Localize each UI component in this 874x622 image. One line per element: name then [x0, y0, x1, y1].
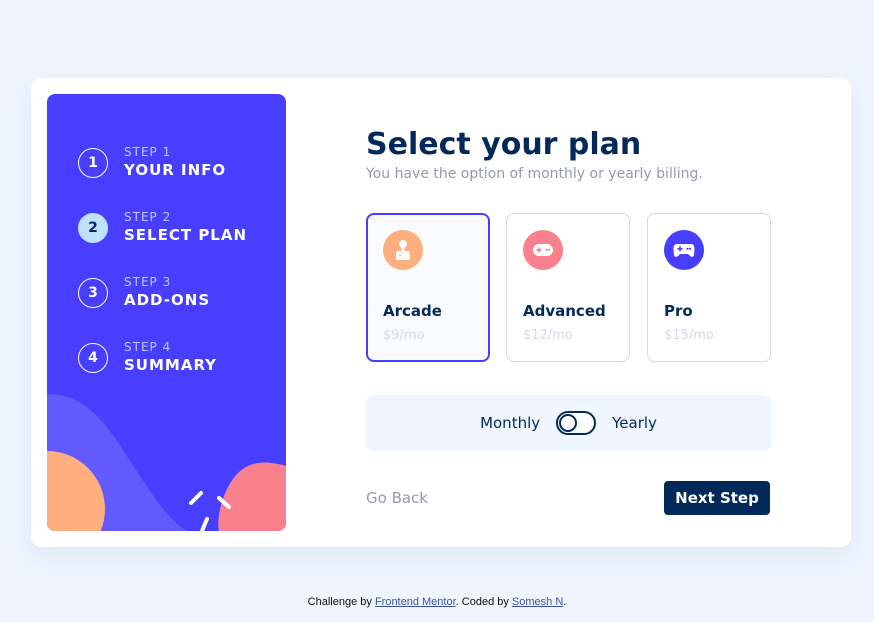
plan-price: $12/mo: [523, 328, 573, 343]
form-card: 1 STEP 1 YOUR INFO 2 STEP 2 SELECT PLAN …: [31, 78, 851, 547]
footer-middle: . Coded by: [455, 596, 512, 608]
footer-suffix: .: [563, 596, 567, 608]
main-content: Select your plan You have the option of …: [366, 126, 771, 515]
plan-price: $9/mo: [383, 328, 425, 343]
step-title: SUMMARY: [124, 355, 218, 374]
plan-options: Arcade $9/mo Advanced $12/mo Pro $15/mo: [366, 213, 771, 362]
plan-card-pro[interactable]: Pro $15/mo: [647, 213, 771, 362]
attribution-footer: Challenge by Frontend Mentor. Coded by S…: [0, 596, 874, 608]
step-number: 1: [78, 147, 108, 178]
go-back-button[interactable]: Go Back: [366, 489, 428, 507]
page-title: Select your plan: [366, 127, 642, 162]
step-title: YOUR INFO: [124, 160, 227, 179]
step-title: ADD-ONS: [124, 290, 211, 309]
step-number: 3: [78, 277, 108, 308]
pro-gamepad-icon: [664, 230, 704, 270]
footer-prefix: Challenge by: [307, 596, 375, 608]
step-item-your-info[interactable]: 1 STEP 1 YOUR INFO: [78, 130, 247, 195]
page-subtitle: You have the option of monthly or yearly…: [366, 166, 703, 182]
billing-toggle[interactable]: [556, 411, 597, 435]
step-label: STEP 2: [124, 209, 172, 224]
advanced-gamepad-icon: [523, 230, 563, 270]
plan-name: Pro: [664, 302, 693, 320]
step-item-summary[interactable]: 4 STEP 4 SUMMARY: [78, 325, 247, 390]
billing-toggle-bar: Monthly Yearly: [366, 395, 771, 451]
toggle-knob: [559, 414, 578, 432]
sidebar: 1 STEP 1 YOUR INFO 2 STEP 2 SELECT PLAN …: [47, 94, 286, 531]
step-number: 4: [78, 342, 108, 373]
arcade-icon: [383, 230, 423, 270]
frontend-mentor-link[interactable]: Frontend Mentor: [375, 596, 456, 608]
step-list: 1 STEP 1 YOUR INFO 2 STEP 2 SELECT PLAN …: [78, 130, 247, 390]
plan-card-arcade[interactable]: Arcade $9/mo: [366, 213, 490, 362]
plan-name: Advanced: [523, 302, 606, 320]
plan-name: Arcade: [383, 302, 442, 320]
monthly-label[interactable]: Monthly: [480, 414, 540, 432]
yearly-label[interactable]: Yearly: [612, 414, 657, 432]
next-step-button[interactable]: Next Step: [664, 481, 770, 515]
plan-price: $15/mo: [664, 328, 714, 343]
author-link[interactable]: Somesh N: [512, 596, 563, 608]
step-label: STEP 3: [124, 274, 172, 289]
step-label: STEP 1: [124, 144, 172, 159]
plan-card-advanced[interactable]: Advanced $12/mo: [506, 213, 630, 362]
step-label: STEP 4: [124, 339, 172, 354]
step-number: 2: [78, 212, 108, 243]
step-item-select-plan[interactable]: 2 STEP 2 SELECT PLAN: [78, 195, 247, 260]
step-item-add-ons[interactable]: 3 STEP 3 ADD-ONS: [78, 260, 247, 325]
step-title: SELECT PLAN: [124, 225, 248, 244]
